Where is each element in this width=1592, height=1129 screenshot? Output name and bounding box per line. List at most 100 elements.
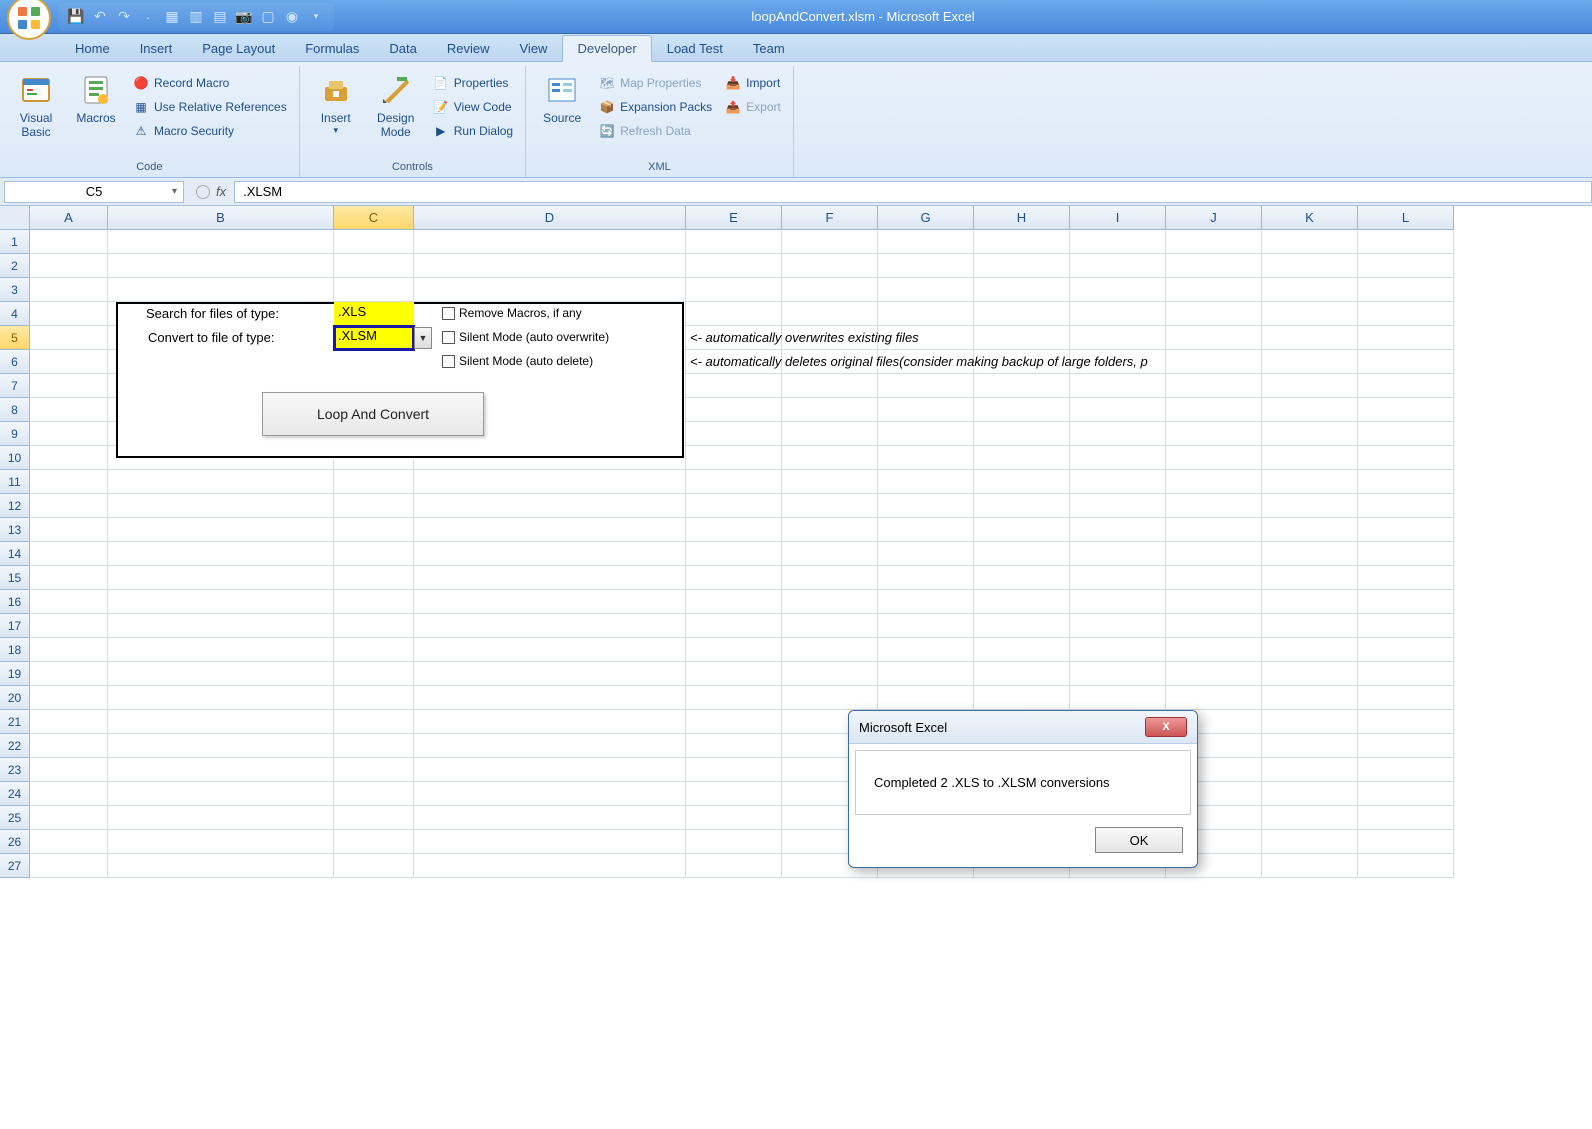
cell-I5[interactable] bbox=[1070, 326, 1166, 350]
row-header-17[interactable]: 17 bbox=[0, 614, 30, 638]
cell-H11[interactable] bbox=[974, 470, 1070, 494]
cell-G17[interactable] bbox=[878, 614, 974, 638]
column-header-L[interactable]: L bbox=[1358, 206, 1454, 230]
cell-A24[interactable] bbox=[30, 782, 108, 806]
cell-C24[interactable] bbox=[334, 782, 414, 806]
cell-B22[interactable] bbox=[108, 734, 334, 758]
cell-E13[interactable] bbox=[686, 518, 782, 542]
cell-C23[interactable] bbox=[334, 758, 414, 782]
cell-B21[interactable] bbox=[108, 710, 334, 734]
cell-H9[interactable] bbox=[974, 422, 1070, 446]
cell-A22[interactable] bbox=[30, 734, 108, 758]
cell-E9[interactable] bbox=[686, 422, 782, 446]
cell-K2[interactable] bbox=[1262, 254, 1358, 278]
cell-B18[interactable] bbox=[108, 638, 334, 662]
checkbox-box[interactable] bbox=[442, 355, 455, 368]
cell-A19[interactable] bbox=[30, 662, 108, 686]
cell-H18[interactable] bbox=[974, 638, 1070, 662]
macro-security-button[interactable]: ⚠Macro Security bbox=[128, 120, 291, 142]
row-header-22[interactable]: 22 bbox=[0, 734, 30, 758]
cell-J20[interactable] bbox=[1166, 686, 1262, 710]
cell-L9[interactable] bbox=[1358, 422, 1454, 446]
cell-H3[interactable] bbox=[974, 278, 1070, 302]
cell-J7[interactable] bbox=[1166, 374, 1262, 398]
cell-D19[interactable] bbox=[414, 662, 686, 686]
cell-G11[interactable] bbox=[878, 470, 974, 494]
cell-L14[interactable] bbox=[1358, 542, 1454, 566]
tab-page-layout[interactable]: Page Layout bbox=[187, 35, 290, 61]
dialog-ok-button[interactable]: OK bbox=[1095, 827, 1183, 853]
cell-D17[interactable] bbox=[414, 614, 686, 638]
dropdown-button[interactable]: ▼ bbox=[414, 327, 432, 349]
cell-H1[interactable] bbox=[974, 230, 1070, 254]
cell-L26[interactable] bbox=[1358, 830, 1454, 854]
visual-basic-button[interactable]: VisualBasic bbox=[8, 68, 64, 154]
row-header-9[interactable]: 9 bbox=[0, 422, 30, 446]
cell-L6[interactable] bbox=[1358, 350, 1454, 374]
cell-G4[interactable] bbox=[878, 302, 974, 326]
cell-H5[interactable] bbox=[974, 326, 1070, 350]
row-header-25[interactable]: 25 bbox=[0, 806, 30, 830]
cell-A27[interactable] bbox=[30, 854, 108, 878]
tab-home[interactable]: Home bbox=[60, 35, 125, 61]
cell-I9[interactable] bbox=[1070, 422, 1166, 446]
cell-B25[interactable] bbox=[108, 806, 334, 830]
cell-D15[interactable] bbox=[414, 566, 686, 590]
cell-E19[interactable] bbox=[686, 662, 782, 686]
cell-J17[interactable] bbox=[1166, 614, 1262, 638]
cell-I14[interactable] bbox=[1070, 542, 1166, 566]
cell-G10[interactable] bbox=[878, 446, 974, 470]
cell-J8[interactable] bbox=[1166, 398, 1262, 422]
cell-E17[interactable] bbox=[686, 614, 782, 638]
office-button[interactable] bbox=[6, 0, 52, 41]
cell-D23[interactable] bbox=[414, 758, 686, 782]
cell-K8[interactable] bbox=[1262, 398, 1358, 422]
cell-J1[interactable] bbox=[1166, 230, 1262, 254]
cell-K17[interactable] bbox=[1262, 614, 1358, 638]
cell-H8[interactable] bbox=[974, 398, 1070, 422]
cell-G19[interactable] bbox=[878, 662, 974, 686]
cell-L15[interactable] bbox=[1358, 566, 1454, 590]
dropdown-arrow-icon[interactable]: ▾ bbox=[333, 125, 338, 136]
tab-team[interactable]: Team bbox=[738, 35, 800, 61]
cell-I2[interactable] bbox=[1070, 254, 1166, 278]
tab-developer[interactable]: Developer bbox=[562, 35, 651, 62]
cell-D16[interactable] bbox=[414, 590, 686, 614]
cell-A20[interactable] bbox=[30, 686, 108, 710]
cell-D27[interactable] bbox=[414, 854, 686, 878]
cell-K5[interactable] bbox=[1262, 326, 1358, 350]
column-header-I[interactable]: I bbox=[1070, 206, 1166, 230]
cell-B3[interactable] bbox=[108, 278, 334, 302]
cell-K7[interactable] bbox=[1262, 374, 1358, 398]
tab-view[interactable]: View bbox=[505, 35, 563, 61]
insert-button[interactable]: Insert▾ bbox=[308, 68, 364, 154]
dialog-titlebar[interactable]: Microsoft Excel X bbox=[849, 711, 1197, 744]
cell-H15[interactable] bbox=[974, 566, 1070, 590]
cell-B27[interactable] bbox=[108, 854, 334, 878]
cell-D21[interactable] bbox=[414, 710, 686, 734]
cell-E15[interactable] bbox=[686, 566, 782, 590]
cell-J13[interactable] bbox=[1166, 518, 1262, 542]
column-header-G[interactable]: G bbox=[878, 206, 974, 230]
cell-J18[interactable] bbox=[1166, 638, 1262, 662]
qat-item-3[interactable]: ▤ bbox=[210, 7, 230, 27]
cell-E22[interactable] bbox=[686, 734, 782, 758]
column-header-A[interactable]: A bbox=[30, 206, 108, 230]
cell-G12[interactable] bbox=[878, 494, 974, 518]
cell-C14[interactable] bbox=[334, 542, 414, 566]
cell-A17[interactable] bbox=[30, 614, 108, 638]
cell-I3[interactable] bbox=[1070, 278, 1166, 302]
row-header-2[interactable]: 2 bbox=[0, 254, 30, 278]
cell-A9[interactable] bbox=[30, 422, 108, 446]
cell-E12[interactable] bbox=[686, 494, 782, 518]
cell-B24[interactable] bbox=[108, 782, 334, 806]
cell-I4[interactable] bbox=[1070, 302, 1166, 326]
properties-button[interactable]: 📄Properties bbox=[428, 72, 517, 94]
cell-L3[interactable] bbox=[1358, 278, 1454, 302]
cell-E14[interactable] bbox=[686, 542, 782, 566]
cell-F7[interactable] bbox=[782, 374, 878, 398]
cell-K1[interactable] bbox=[1262, 230, 1358, 254]
cell-C2[interactable] bbox=[334, 254, 414, 278]
cell-E25[interactable] bbox=[686, 806, 782, 830]
cell-H12[interactable] bbox=[974, 494, 1070, 518]
